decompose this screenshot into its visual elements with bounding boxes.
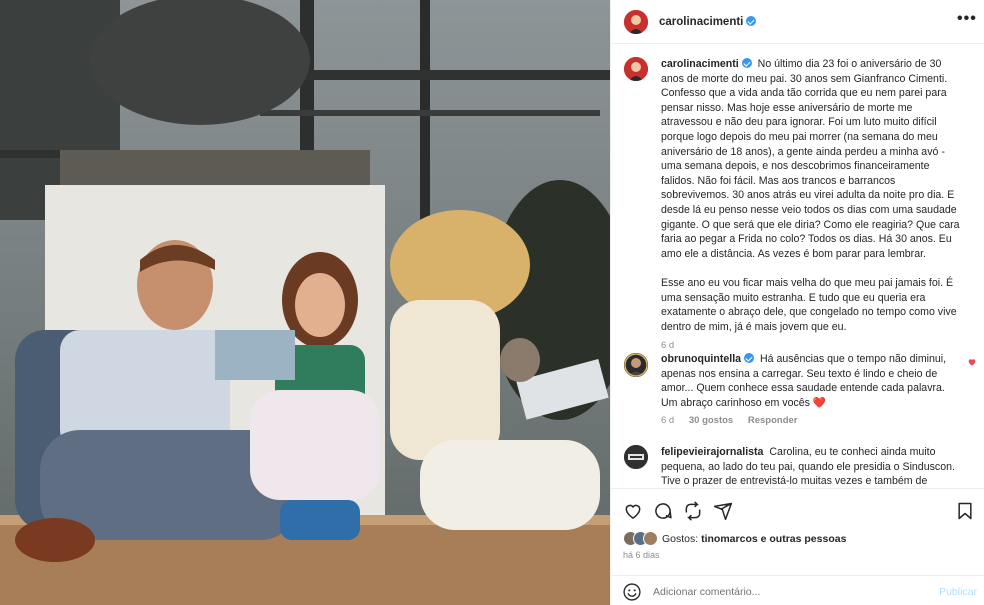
post-date[interactable]: há 6 dias — [623, 550, 660, 560]
send-icon[interactable] — [713, 501, 733, 521]
add-comment-bar: Publicar — [611, 575, 984, 605]
verified-icon — [746, 16, 757, 26]
post-actions: Gostos: tinomarcos e outras pessoas há 6… — [611, 488, 984, 563]
add-comment-input[interactable] — [653, 582, 923, 602]
comments-list[interactable]: carolinacimenti No último dia 23 foi o a… — [611, 45, 984, 488]
verified-icon — [744, 353, 755, 363]
bookmark-icon[interactable] — [955, 501, 975, 521]
photo-illustration — [0, 0, 610, 605]
caption-time: 6 d — [661, 339, 675, 351]
post-photo[interactable] — [0, 0, 610, 605]
author-username[interactable]: carolinacimenti — [659, 16, 757, 28]
publish-button[interactable]: Publicar — [939, 586, 977, 598]
caption-text-1: No último dia 23 foi o aniversário de 30… — [661, 58, 960, 260]
smile-emoji-icon[interactable] — [622, 582, 642, 602]
post-header: carolinacimenti ••• — [611, 0, 984, 44]
verified-icon — [741, 58, 752, 68]
author-avatar[interactable] — [624, 10, 648, 34]
caption-text-2: Esse ano eu vou ficar mais velha do que … — [661, 276, 957, 333]
comment-icon[interactable] — [653, 501, 673, 521]
likes-prefix: Gostos: — [662, 533, 699, 545]
more-options-icon[interactable]: ••• — [957, 11, 976, 28]
likes-users[interactable]: tinomarcos e outras pessoas — [701, 533, 846, 545]
comment-username[interactable]: obrunoquintella — [661, 353, 755, 365]
commenter-avatar[interactable] — [624, 445, 648, 469]
caption-author-avatar[interactable] — [624, 57, 648, 81]
comment-time: 6 d — [661, 415, 675, 427]
comment-like-heart-icon[interactable] — [967, 357, 977, 367]
caption-username[interactable]: carolinacimenti — [661, 58, 752, 70]
comment-username[interactable]: felipevieirajornalista — [661, 446, 763, 458]
reply-button[interactable]: Responder — [748, 415, 798, 426]
liker-avatar — [643, 531, 658, 546]
commenter-avatar[interactable] — [624, 353, 648, 377]
share-icon[interactable] — [683, 501, 703, 521]
heart-icon[interactable] — [623, 501, 643, 521]
post-side-panel: carolinacimenti ••• carolinacimenti No ú… — [610, 0, 984, 605]
comment-likes-count[interactable]: 30 gostos — [689, 415, 733, 426]
comment-emoji: ❤️ — [812, 396, 827, 409]
